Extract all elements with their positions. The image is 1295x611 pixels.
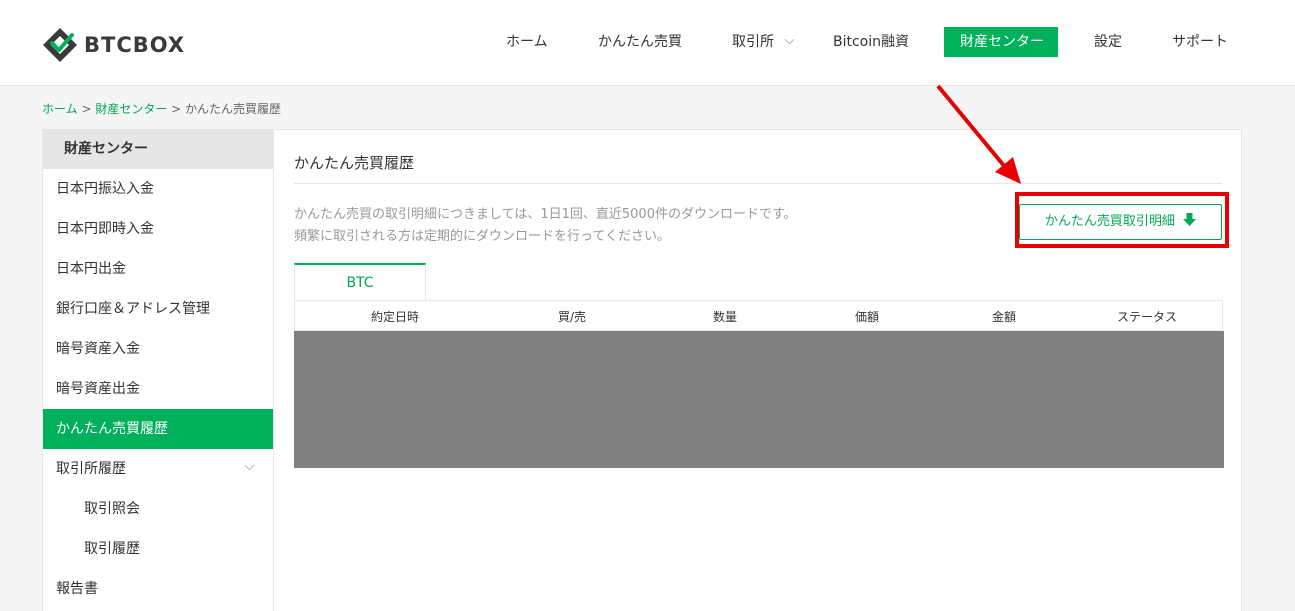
sidebar-item-trade-history[interactable]: 取引履歴	[43, 529, 273, 569]
breadcrumb: ホーム > 財産センター > かんたん売買履歴	[42, 100, 281, 117]
top-header: BTCBOX ホーム かんたん売買 取引所 Bitcoin融資 財産センター 設…	[0, 0, 1295, 86]
sidebar-item-jpy-withdrawal[interactable]: 日本円出金	[43, 249, 273, 289]
description-line: かんたん売買の取引明細につきましては、1日1回、直近5000件のダウンロードです…	[294, 207, 797, 222]
sidebar-item-jpy-bank-deposit[interactable]: 日本円振込入金	[43, 169, 273, 209]
sidebar-item-crypto-deposit[interactable]: 暗号資産入金	[43, 329, 273, 369]
breadcrumb-current: かんたん売買履歴	[185, 102, 282, 116]
sidebar-item-exchange-history[interactable]: 取引所履歴	[43, 449, 273, 489]
breadcrumb-separator: >	[77, 102, 96, 116]
sidebar-item-crypto-withdrawal[interactable]: 暗号資産出金	[43, 369, 273, 409]
nav-support[interactable]: サポート	[1172, 27, 1228, 57]
breadcrumb-separator: >	[167, 102, 186, 116]
description: かんたん売買の取引明細につきましては、1日1回、直近5000件のダウンロードです…	[294, 204, 797, 248]
page-title: かんたん売買履歴	[294, 154, 415, 172]
column-header-executed-at[interactable]: 約定日時	[371, 301, 419, 332]
main-panel: かんたん売買履歴 かんたん売買の取引明細につきましては、1日1回、直近5000件…	[273, 129, 1242, 611]
sidebar-item-label: 取引所履歴	[56, 461, 126, 477]
chevron-down-icon[interactable]	[244, 460, 255, 471]
description-line: 頻繁に取引される方は定期的にダウンロードを行ってください。	[294, 229, 670, 244]
nav-easy-trade[interactable]: かんたん売買	[598, 27, 682, 57]
nav-bitcoin-loan[interactable]: Bitcoin融資	[833, 27, 909, 57]
sidebar-item-jpy-instant-deposit[interactable]: 日本円即時入金	[43, 209, 273, 249]
sidebar-item-reports[interactable]: 報告書	[43, 569, 273, 609]
redacted-table-body	[294, 331, 1224, 468]
breadcrumb-home[interactable]: ホーム	[42, 102, 78, 116]
breadcrumb-asset-center[interactable]: 財産センター	[95, 102, 167, 116]
download-easy-trade-statement-button[interactable]: かんたん売買取引明細	[1019, 204, 1222, 240]
nav-exchange[interactable]: 取引所	[732, 27, 774, 57]
tab-btc[interactable]: BTC	[294, 263, 426, 301]
sidebar-item-easy-trade-history[interactable]: かんたん売買履歴	[43, 409, 273, 449]
download-button-label: かんたん売買取引明細	[1044, 214, 1175, 229]
sidebar-item-trade-inquiry[interactable]: 取引照会	[43, 489, 273, 529]
nav-settings[interactable]: 設定	[1094, 27, 1122, 57]
exchange-chevron-down-icon[interactable]	[784, 34, 795, 45]
brand-name: BTCBOX	[84, 33, 186, 57]
sidebar-item-bank-address-management[interactable]: 銀行口座＆アドレス管理	[43, 289, 273, 329]
brand-logo[interactable]: BTCBOX	[42, 27, 185, 63]
column-header-quantity[interactable]: 数量	[713, 301, 737, 332]
download-arrow-icon	[1183, 213, 1197, 226]
sidebar: 財産センター 日本円振込入金 日本円即時入金 日本円出金 銀行口座＆アドレス管理…	[42, 129, 274, 611]
nav-asset-center[interactable]: 財産センター	[944, 27, 1058, 57]
logo-diamond-icon	[43, 28, 77, 62]
column-header-buy-sell[interactable]: 買/売	[558, 301, 586, 332]
column-header-status[interactable]: ステータス	[1117, 301, 1177, 332]
column-header-price[interactable]: 価額	[855, 301, 879, 332]
column-header-amount[interactable]: 金額	[992, 301, 1016, 332]
table-header: 約定日時 買/売 数量 価額 金額 ステータス	[294, 300, 1223, 331]
sidebar-title: 財産センター	[43, 130, 273, 169]
nav-home[interactable]: ホーム	[506, 27, 548, 57]
title-divider	[294, 183, 1222, 184]
